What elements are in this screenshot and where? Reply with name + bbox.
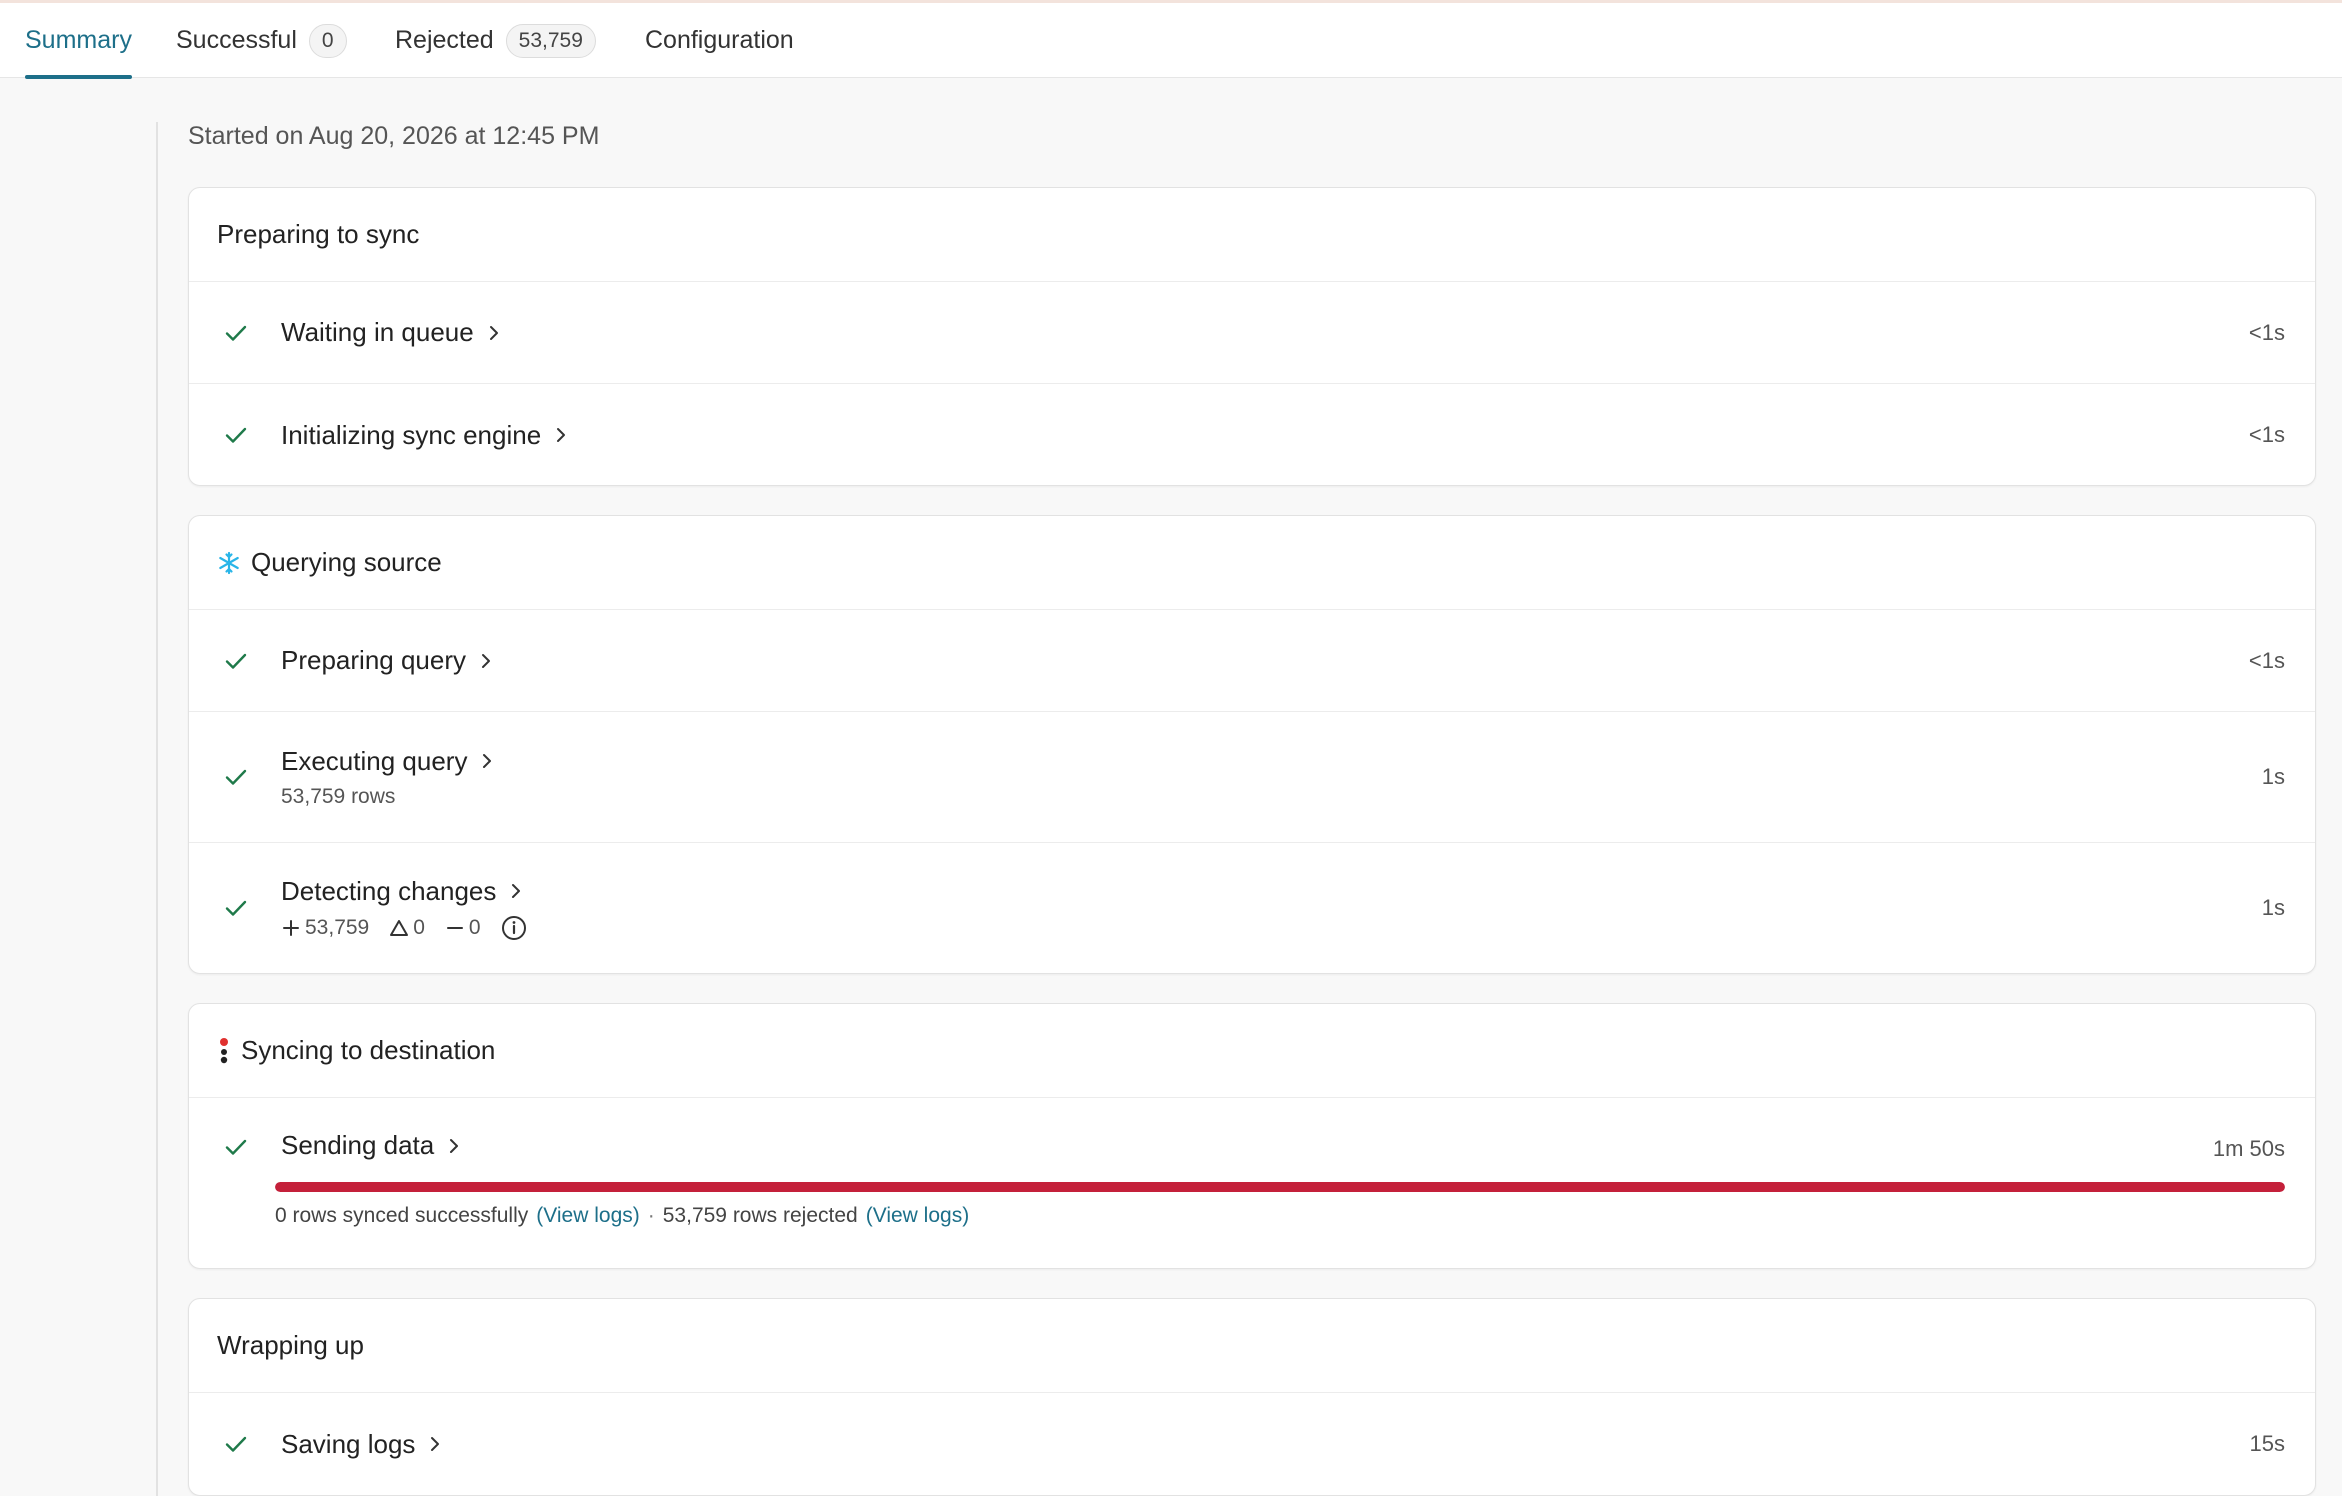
check-icon [221,762,251,792]
step-duration: <1s [2248,422,2285,447]
section-wrapping-up: Wrapping up Saving logs 15s [188,1298,2316,1496]
step-label: Initializing sync engine [281,419,542,450]
added-value: 53,759 [305,915,370,939]
step-duration: <1s [2248,319,2285,345]
step-waiting-in-queue: Waiting in queue <1s [189,282,2315,384]
step-initializing-sync-engine: Initializing sync engine <1s [189,384,2315,485]
step-duration: 15s [2249,1431,2285,1456]
tab-configuration[interactable]: Configuration [645,3,794,78]
tab-configuration-label: Configuration [645,26,794,54]
step-link[interactable]: Waiting in queue [281,317,2249,348]
section-title: Syncing to destination [241,1035,496,1065]
added-count: 53,759 [281,916,369,940]
info-icon[interactable] [501,915,527,941]
section-header: Querying source [189,516,2315,610]
step-label: Sending data [281,1130,435,1160]
timeline-rail [156,122,158,1496]
step-label: Preparing query [281,645,466,675]
section-title: Preparing to sync [217,219,420,249]
tab-summary-label: Summary [25,26,132,54]
chevron-right-icon [427,1436,443,1452]
tab-successful[interactable]: Successful 0 [176,3,347,78]
minus-icon [446,926,463,929]
section-title: Wrapping up [217,1330,364,1360]
step-link[interactable]: Initializing sync engine [281,420,2249,451]
step-label: Executing query [281,745,468,776]
chevron-right-icon [486,325,502,341]
section-header: Wrapping up [189,1299,2315,1393]
check-icon [221,1429,251,1459]
sync-progress-fill [275,1182,2285,1192]
step-duration: 1s [2261,895,2285,920]
check-icon [221,420,251,450]
section-querying-source: Querying source Preparing query <1s Exec… [188,515,2316,974]
tab-rejected-label: Rejected [395,26,494,54]
removed-value: 0 [468,915,481,939]
step-label: Waiting in queue [281,317,474,347]
section-header: Preparing to sync [189,188,2315,282]
tab-summary[interactable]: Summary [25,3,132,79]
step-label: Detecting changes [281,875,497,906]
started-timestamp: Started on Aug 20, 2026 at 12:45 PM [188,122,600,150]
step-duration: 1s [2261,764,2285,789]
success-summary: 0 rows synced successfully [275,1204,529,1227]
check-icon [221,893,251,923]
chevron-right-icon [479,753,495,769]
changed-value: 0 [413,915,425,939]
step-sending-data: Sending data 1m 50s 0 rows synced succes… [189,1098,2315,1268]
check-icon [221,646,251,676]
step-label: Saving logs [281,1428,416,1459]
step-executing-query: Executing query 53,759 rows 1s [189,712,2315,843]
sync-summary: 0 rows synced successfully (View logs) ·… [275,1204,969,1228]
step-duration: <1s [2248,647,2285,673]
step-link[interactable]: Detecting changes [281,876,2262,907]
changed-count: 0 [389,916,425,940]
step-saving-logs: Saving logs 15s [189,1393,2315,1495]
destination-icon [217,1037,231,1065]
tab-rejected[interactable]: Rejected 53,759 [395,3,596,78]
chevron-right-icon [553,427,569,443]
step-link[interactable]: Sending data [281,1130,2285,1161]
row-count: 53,759 rows [281,784,396,808]
section-header: Syncing to destination [189,1004,2315,1098]
tab-rejected-count: 53,759 [505,23,596,58]
removed-count: 0 [445,916,481,940]
section-title: Querying source [251,547,442,577]
plus-icon [283,919,299,936]
snowflake-icon [217,551,241,575]
chevron-right-icon [446,1138,462,1154]
view-success-logs-link[interactable]: (View logs) [536,1204,639,1228]
tab-successful-count: 0 [308,23,347,58]
step-link[interactable]: Preparing query [281,645,2249,676]
delta-icon [390,919,409,936]
step-link[interactable]: Executing query [281,746,2262,777]
section-syncing-to-destination: Syncing to destination Sending data 1m 5… [188,1003,2316,1269]
step-link[interactable]: Saving logs [281,1429,2250,1460]
chevron-right-icon [478,653,494,669]
tab-successful-label: Successful [176,26,297,54]
tab-bar: Summary Successful 0 Rejected 53,759 Con… [0,3,2342,79]
step-preparing-query: Preparing query <1s [189,610,2315,712]
separator-dot: · [647,1204,655,1227]
chevron-right-icon [508,883,524,899]
check-icon [221,1132,251,1162]
rejected-summary: 53,759 rows rejected [662,1204,858,1227]
step-duration: 1m 50s [2212,1136,2285,1161]
view-rejected-logs-link[interactable]: (View logs) [866,1204,969,1228]
sync-progress-bar [275,1182,2285,1192]
check-icon [221,318,251,348]
change-counts: 53,759 0 0 [281,915,2262,941]
section-preparing-to-sync: Preparing to sync Waiting in queue <1s I… [188,187,2316,486]
step-detecting-changes: Detecting changes 53,759 0 0 1s [189,843,2315,973]
